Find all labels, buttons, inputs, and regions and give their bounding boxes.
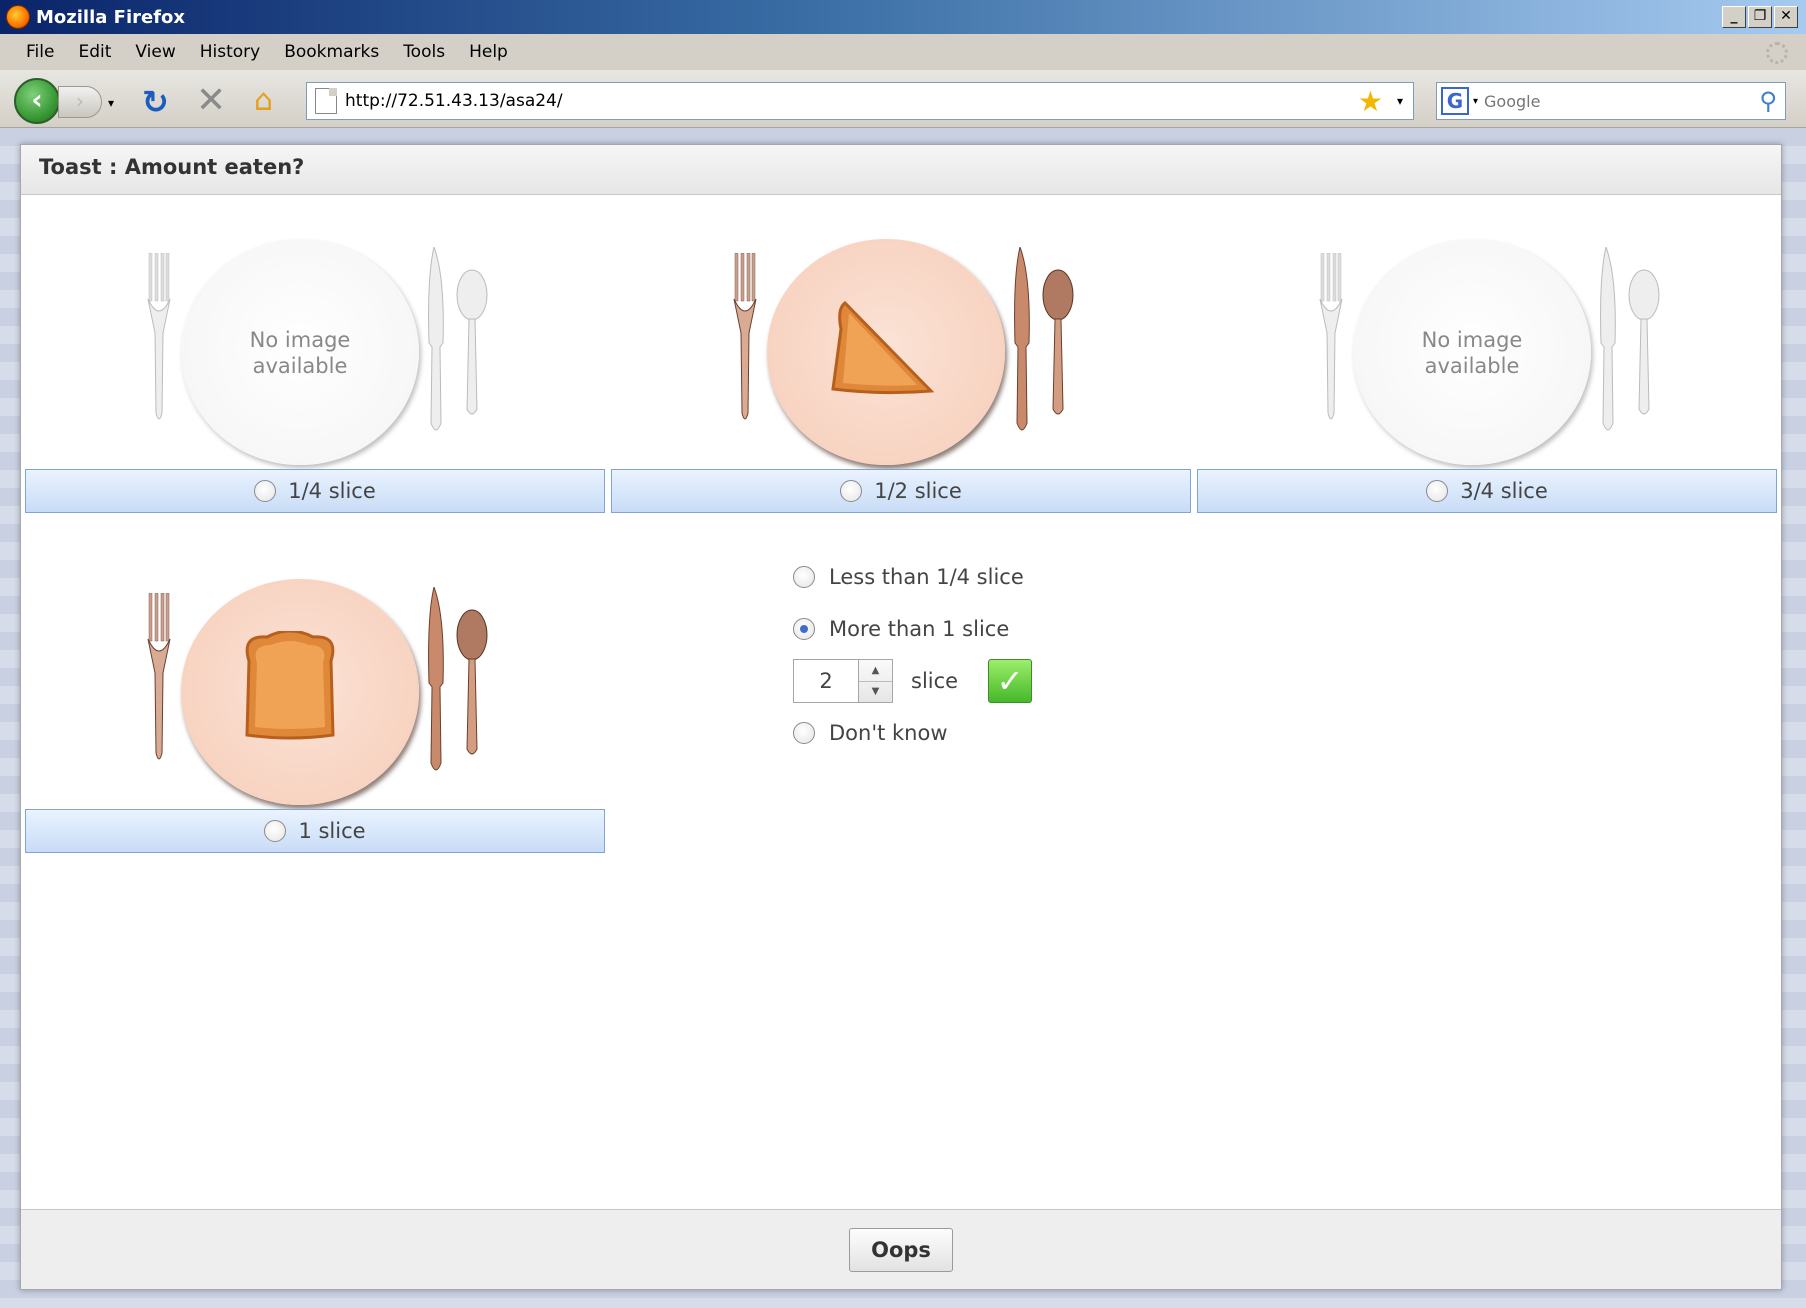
radio-button-selected[interactable] — [793, 618, 815, 640]
portion-option-half: 1/2 slice — [607, 203, 1191, 513]
bookmark-star-icon[interactable]: ★ — [1358, 85, 1383, 118]
fork-icon — [1319, 253, 1343, 420]
no-image-text: available — [1424, 354, 1520, 378]
url-dropdown-icon[interactable]: ▾ — [1397, 94, 1403, 108]
less-than-label: Less than 1/4 slice — [829, 565, 1024, 589]
knife-icon — [428, 247, 444, 431]
dont-know-option[interactable]: Don't know — [793, 713, 1032, 753]
fork-icon — [147, 253, 171, 420]
empty-plate: No image available — [1353, 239, 1591, 465]
restore-button[interactable]: ❐ — [1748, 6, 1772, 28]
engine-dropdown-icon[interactable]: ▾ — [1473, 96, 1478, 107]
menu-file[interactable]: File — [14, 42, 66, 62]
activity-throbber-icon — [1766, 42, 1788, 64]
radio-button[interactable] — [793, 722, 815, 744]
radio-button[interactable] — [254, 480, 277, 502]
menu-bar: File Edit View History Bookmarks Tools H… — [0, 34, 1806, 70]
radio-button[interactable] — [793, 566, 815, 588]
dont-know-label: Don't know — [829, 721, 948, 745]
fork-icon — [147, 593, 171, 760]
plate — [181, 579, 419, 805]
window-controls: _ ❐ ✕ — [1722, 6, 1798, 28]
empty-plate: No image available — [181, 239, 419, 465]
whole-toast-icon — [245, 631, 335, 740]
confirm-quantity-button[interactable]: ✓ — [988, 659, 1033, 703]
stop-icon[interactable]: ✕ — [196, 83, 230, 119]
stepper-down-icon[interactable]: ▼ — [859, 680, 892, 703]
quantity-stepper[interactable]: ▲ ▼ — [859, 659, 893, 703]
menu-history[interactable]: History — [188, 42, 272, 62]
radio-button[interactable] — [264, 820, 287, 842]
window-title: Mozilla Firefox — [36, 6, 186, 28]
reload-icon[interactable]: ↻ — [142, 86, 176, 120]
quantity-row: ▲ ▼ slice ✓ — [793, 651, 1033, 711]
plate-image: No image available — [21, 203, 601, 465]
navigation-toolbar: ‹ › ▾ ↻ ✕ ⌂ ★ ▾ G ▾ ⚲ — [0, 70, 1806, 128]
radio-button[interactable] — [840, 480, 863, 502]
menu-view[interactable]: View — [123, 42, 187, 62]
other-amount-options: Less than 1/4 slice More than 1 slice ▲ … — [793, 557, 1033, 753]
plate-image — [21, 543, 601, 805]
minimize-button[interactable]: _ — [1722, 6, 1746, 28]
menu-edit[interactable]: Edit — [66, 42, 123, 62]
plate — [767, 239, 1005, 465]
knife-icon — [1600, 247, 1616, 431]
radio-button[interactable] — [1426, 480, 1449, 502]
knife-icon — [428, 587, 444, 771]
knife-icon — [1014, 247, 1030, 431]
portion-label: 3/4 slice — [1460, 479, 1548, 503]
quantity-input[interactable] — [793, 659, 859, 703]
home-icon[interactable]: ⌂ — [254, 84, 288, 118]
half-toast-icon — [831, 301, 935, 395]
no-image-text: No image — [1421, 328, 1523, 352]
spoon-icon — [456, 609, 488, 755]
portion-option-bar[interactable]: 1/2 slice — [611, 469, 1191, 513]
portion-label: 1/4 slice — [288, 479, 376, 503]
portion-dialog: Toast : Amount eaten? No imageavailable — [20, 144, 1782, 1290]
more-than-label: More than 1 slice — [829, 617, 1010, 641]
menu-bookmarks[interactable]: Bookmarks — [272, 42, 391, 62]
portion-option-one: 1 slice — [21, 543, 605, 853]
search-bar: G ▾ ⚲ — [1436, 82, 1786, 120]
history-dropdown-icon[interactable]: ▾ — [108, 96, 114, 110]
portion-label: 1 slice — [298, 819, 366, 843]
portion-option-bar[interactable]: 3/4 slice — [1197, 469, 1777, 513]
search-icon[interactable]: ⚲ — [1759, 87, 1777, 115]
spoon-icon — [1042, 269, 1074, 415]
url-input[interactable] — [345, 91, 1358, 111]
stepper-up-icon[interactable]: ▲ — [859, 660, 892, 681]
url-bar: ★ ▾ — [306, 82, 1414, 120]
menu-help[interactable]: Help — [457, 42, 520, 62]
search-input[interactable] — [1484, 91, 1760, 111]
window-titlebar: Mozilla Firefox _ ❐ ✕ — [0, 0, 1806, 34]
spoon-icon — [456, 269, 488, 415]
plate-image — [607, 203, 1187, 465]
less-than-option[interactable]: Less than 1/4 slice — [793, 557, 1032, 597]
page-icon — [315, 88, 337, 114]
forward-button[interactable]: › — [58, 86, 102, 118]
portion-option-quarter: No image available 1/4 slice — [21, 203, 605, 513]
back-button[interactable]: ‹ — [14, 78, 60, 124]
no-image-text: No image — [249, 328, 351, 352]
portion-option-bar[interactable]: 1 slice — [25, 809, 605, 853]
menu-tools[interactable]: Tools — [391, 42, 457, 62]
dialog-title: Toast : Amount eaten? — [21, 145, 1781, 195]
spoon-icon — [1628, 269, 1660, 415]
more-than-option[interactable]: More than 1 slice — [793, 609, 1032, 649]
no-image-text: available — [252, 354, 348, 378]
google-engine-icon[interactable]: G — [1441, 87, 1469, 115]
close-button[interactable]: ✕ — [1774, 6, 1798, 28]
portion-option-bar[interactable]: 1/4 slice — [25, 469, 605, 513]
fork-icon — [733, 253, 757, 420]
quantity-unit-label: slice — [911, 669, 959, 693]
portion-label: 1/2 slice — [874, 479, 962, 503]
plate-image: No image available — [1193, 203, 1773, 465]
portion-option-three-quarter: No image available 3/4 slice — [1193, 203, 1777, 513]
oops-button[interactable]: Oops — [849, 1228, 953, 1272]
firefox-logo-icon — [6, 5, 30, 29]
dialog-footer: Oops — [21, 1209, 1781, 1289]
